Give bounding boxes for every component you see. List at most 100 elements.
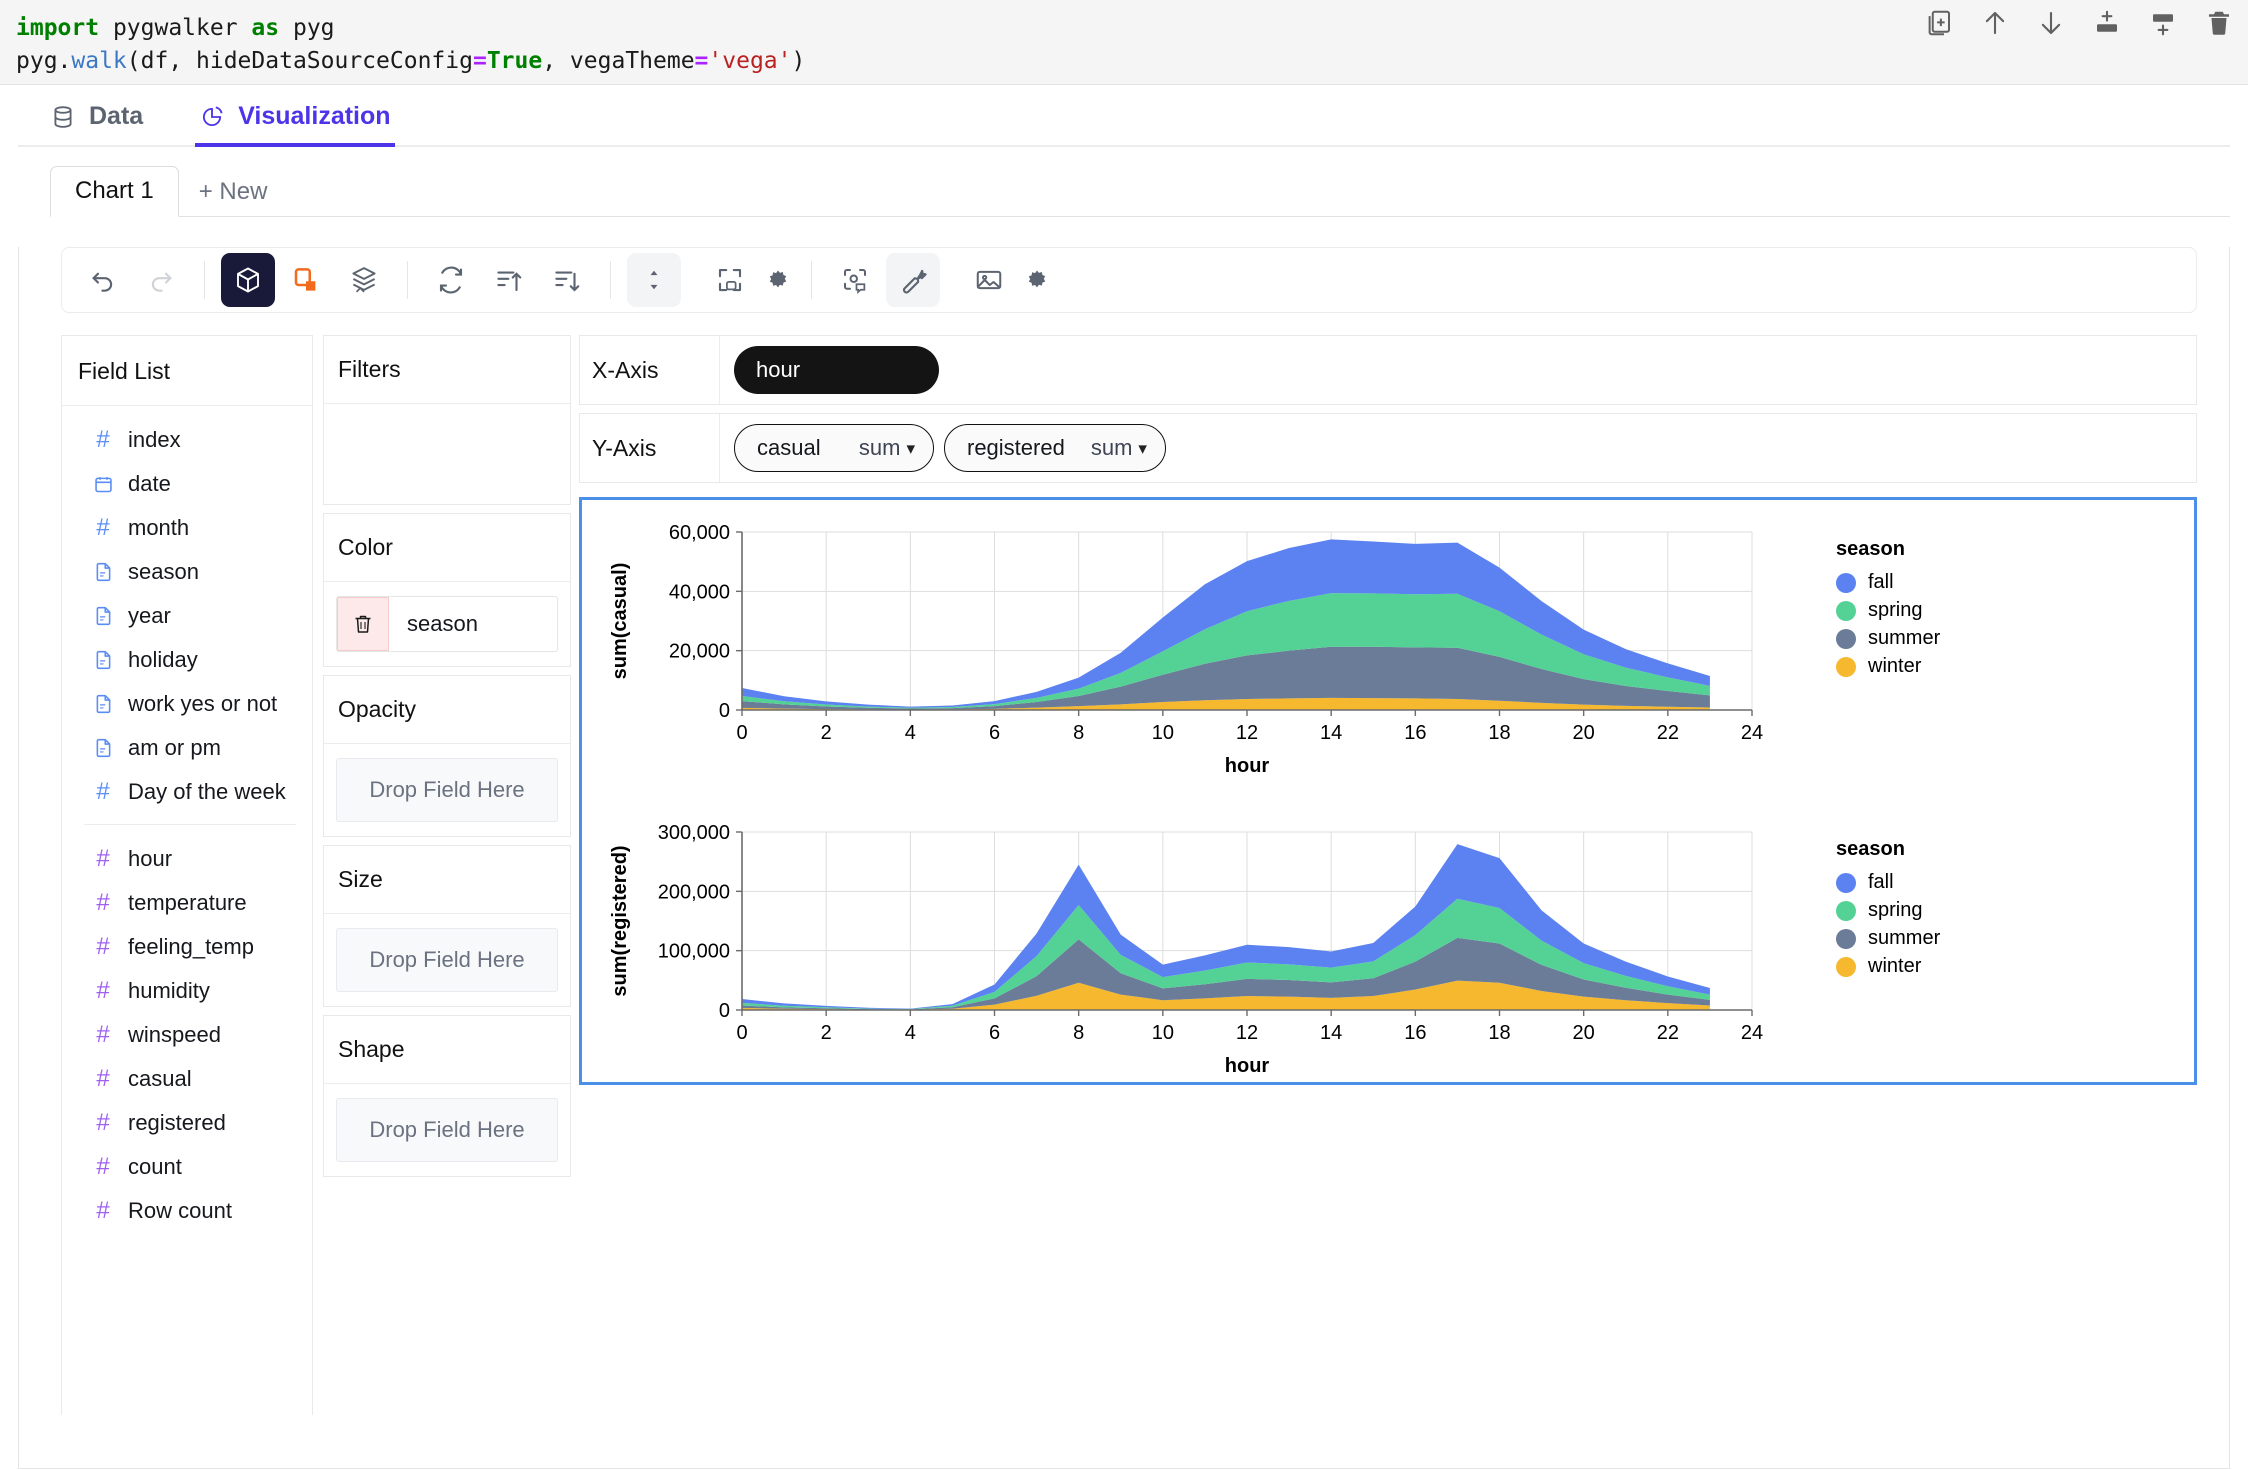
field-item-day-of-the-week[interactable]: # Day of the week (62, 770, 312, 814)
svg-text:60,000: 60,000 (669, 522, 730, 544)
hash-icon: # (96, 1065, 110, 1092)
redo-icon[interactable] (134, 253, 188, 307)
field-item-row-count[interactable]: # Row count (62, 1189, 312, 1233)
field-item-registered[interactable]: # registered (62, 1101, 312, 1145)
resize-icon[interactable] (627, 253, 681, 307)
field-item-count[interactable]: # count (62, 1145, 312, 1189)
mark-type-icon[interactable] (221, 253, 275, 307)
legend-item-winter[interactable]: winter (1836, 955, 1940, 978)
color-field-pill[interactable]: season (336, 596, 558, 652)
field-item-hour[interactable]: # hour (62, 837, 312, 881)
shape-dropzone[interactable]: Drop Field Here (336, 1098, 558, 1162)
toolbar-divider-4 (811, 261, 812, 299)
stack-mode-icon[interactable] (279, 253, 333, 307)
y-axis-chip-casual[interactable]: casual sum ▾ (734, 424, 934, 472)
export-image-icon[interactable] (962, 253, 1016, 307)
wrench-icon[interactable] (886, 253, 940, 307)
x-axis-chip-hour[interactable]: hour (734, 346, 939, 394)
svg-text:22: 22 (1657, 1022, 1679, 1044)
field-item-label: casual (128, 1066, 192, 1091)
y-axis-chip-registered-agg[interactable]: sum ▾ (1091, 435, 1147, 461)
svg-text:18: 18 (1488, 722, 1510, 744)
legend-item-summer[interactable]: summer (1836, 627, 1940, 650)
code-cell[interactable]: import pygwalker as pyg pyg.walk(df, hid… (0, 0, 2248, 77)
svg-text:20: 20 (1573, 722, 1595, 744)
legend-item-spring[interactable]: spring (1836, 899, 1940, 922)
field-item-year[interactable]: year (62, 594, 312, 638)
field-item-label: season (128, 559, 199, 584)
field-item-index[interactable]: # index (62, 418, 312, 462)
chart-registered-plot[interactable]: 0 2 4 6 8 10 12 14 16 18 20 22 24 0 100,000 200,000 300,… (592, 814, 1802, 1092)
tab-visualization-label: Visualization (238, 102, 391, 130)
svg-text:20: 20 (1573, 1022, 1595, 1044)
field-item-feeling-temp[interactable]: # feeling_temp (62, 925, 312, 969)
move-cell-down-icon[interactable] (2036, 8, 2066, 38)
x-axis-fields[interactable]: hour (720, 336, 2196, 404)
legend-swatch-fall (1836, 572, 1856, 593)
legend-item-fall[interactable]: fall (1836, 571, 1940, 594)
field-item-winspeed[interactable]: # winspeed (62, 1013, 312, 1057)
duplicate-cell-icon[interactable] (1924, 8, 1954, 38)
chart-registered[interactable]: 0 2 4 6 8 10 12 14 16 18 20 22 24 0 100,000 200,000 300,… (592, 814, 2184, 1092)
svg-text:2: 2 (821, 1022, 832, 1044)
document-icon (92, 648, 114, 672)
move-cell-up-icon[interactable] (1980, 8, 2010, 38)
expand-icon[interactable] (703, 253, 757, 307)
field-item-temperature[interactable]: # temperature (62, 881, 312, 925)
field-item-casual[interactable]: # casual (62, 1057, 312, 1101)
field-item-month[interactable]: # month (62, 506, 312, 550)
insert-cell-above-icon[interactable] (2092, 8, 2122, 38)
encoding-shelves: Filters Color season Opacity Drop Field … (323, 335, 571, 1415)
explain-icon[interactable] (828, 253, 882, 307)
new-chart-button[interactable]: + New (179, 168, 288, 217)
tab-data-label: Data (89, 102, 144, 130)
field-item-label: index (128, 427, 181, 452)
legend-item-fall[interactable]: fall (1836, 871, 1940, 894)
chart-registered-legend: season fall spring summer winter (1802, 814, 1940, 1092)
field-item-label: count (128, 1154, 182, 1179)
y-axis-chip-registered[interactable]: registered sum ▾ (944, 424, 1166, 472)
legend-swatch-summer (1836, 928, 1856, 949)
layers-icon[interactable] (337, 253, 391, 307)
y-axis-fields[interactable]: casual sum ▾ registered sum ▾ (720, 414, 2196, 482)
legend-item-winter[interactable]: winter (1836, 655, 1940, 678)
tab-data[interactable]: Data (50, 102, 143, 145)
field-item-am-or-pm[interactable]: am or pm (62, 726, 312, 770)
field-item-humidity[interactable]: # humidity (62, 969, 312, 1013)
sort-desc-icon[interactable] (540, 253, 594, 307)
shelf-filters-dropzone[interactable] (324, 404, 570, 504)
workspace: Field List # index date # month season year hol… (19, 335, 2229, 1415)
y-axis-chip-casual-agg[interactable]: sum ▾ (859, 435, 915, 461)
insert-cell-below-icon[interactable] (2148, 8, 2178, 38)
dimension-list: # index date # month season year holiday work ye… (62, 406, 312, 814)
legend-item-spring[interactable]: spring (1836, 599, 1940, 622)
field-item-season[interactable]: season (62, 550, 312, 594)
tab-visualization[interactable]: Visualization (195, 102, 395, 147)
expand-settings-icon[interactable] (761, 253, 795, 307)
size-dropzone[interactable]: Drop Field Here (336, 928, 558, 992)
field-item-label: am or pm (128, 735, 221, 760)
document-icon (92, 604, 114, 628)
shelf-color-body[interactable]: season (324, 582, 570, 666)
refresh-icon[interactable] (424, 253, 478, 307)
svg-text:300,000: 300,000 (658, 822, 730, 844)
chart-tab-1[interactable]: Chart 1 (50, 166, 179, 217)
field-item-label: temperature (128, 890, 247, 915)
trash-icon[interactable] (337, 597, 389, 651)
field-item-holiday[interactable]: holiday (62, 638, 312, 682)
field-item-date[interactable]: date (62, 462, 312, 506)
field-item-work-yes-or-not[interactable]: work yes or not (62, 682, 312, 726)
legend-item-summer[interactable]: summer (1836, 927, 1940, 950)
chart-canvas[interactable]: 0 2 4 6 8 10 12 14 16 18 20 22 24 0 20,000 40,000 60,000… (579, 497, 2197, 1085)
opacity-dropzone[interactable]: Drop Field Here (336, 758, 558, 822)
delete-cell-icon[interactable] (2204, 8, 2234, 38)
chart-casual-plot[interactable]: 0 2 4 6 8 10 12 14 16 18 20 22 24 0 20,000 40,000 60,000… (592, 514, 1802, 792)
svg-text:8: 8 (1073, 722, 1084, 744)
chart-casual[interactable]: 0 2 4 6 8 10 12 14 16 18 20 22 24 0 20,000 40,000 60,000… (592, 514, 2184, 792)
export-settings-icon[interactable] (1020, 253, 1054, 307)
shelf-opacity: Opacity Drop Field Here (323, 675, 571, 837)
svg-text:6: 6 (989, 1022, 1000, 1044)
sort-asc-icon[interactable] (482, 253, 536, 307)
y-axis-chip-casual-label: casual (757, 435, 821, 460)
undo-icon[interactable] (76, 253, 130, 307)
